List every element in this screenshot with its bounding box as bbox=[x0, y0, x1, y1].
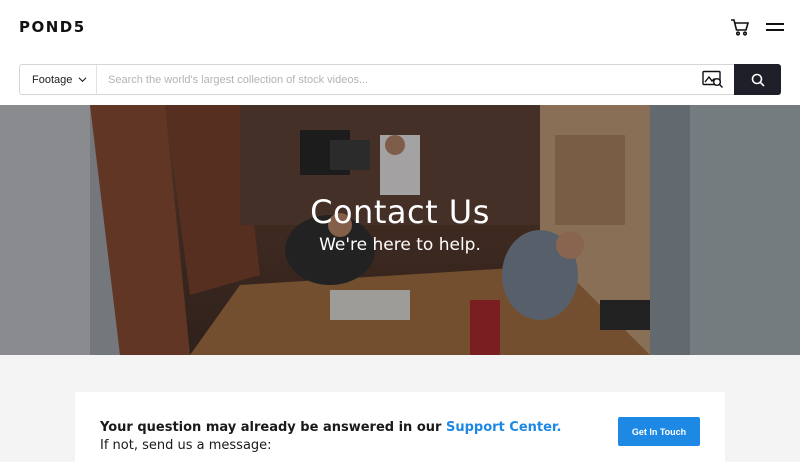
get-in-touch-button[interactable]: Get In Touch bbox=[618, 417, 700, 446]
page-title: Contact Us bbox=[310, 193, 490, 231]
site-header: POND5 Footage bbox=[0, 0, 800, 105]
hero-banner: Contact Us We're here to help. bbox=[0, 105, 800, 355]
media-type-dropdown[interactable]: Footage bbox=[20, 65, 97, 94]
contact-card: Your question may already be answered in… bbox=[75, 392, 725, 462]
search-input[interactable] bbox=[108, 71, 688, 89]
contact-line-1: Your question may already be answered in… bbox=[100, 419, 561, 437]
hamburger-menu-icon[interactable] bbox=[766, 20, 784, 34]
support-center-link[interactable]: Support Center. bbox=[446, 420, 561, 435]
search-bar: Footage bbox=[19, 64, 781, 95]
chevron-down-icon bbox=[78, 77, 87, 83]
pond5-logo[interactable]: POND5 bbox=[19, 18, 86, 36]
image-search-icon[interactable] bbox=[702, 70, 724, 89]
contact-line-2: If not, send us a message: bbox=[100, 438, 272, 453]
contact-line-1-prefix: Your question may already be answered in… bbox=[100, 420, 446, 435]
media-type-label: Footage bbox=[32, 73, 73, 86]
cart-icon[interactable] bbox=[730, 17, 750, 37]
search-button[interactable] bbox=[734, 64, 781, 95]
page-subtitle: We're here to help. bbox=[319, 235, 481, 255]
magnifier-icon bbox=[751, 73, 765, 87]
